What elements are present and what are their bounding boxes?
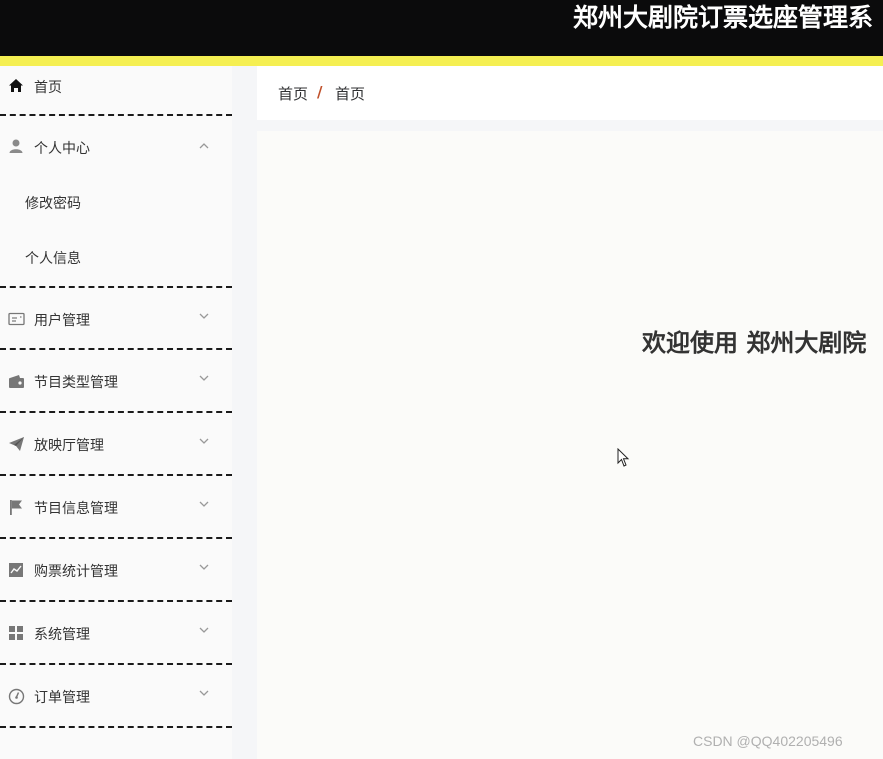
sidebar-item-label: 首页: [34, 80, 62, 96]
sidebar-item-label: 购票统计管理: [34, 564, 118, 580]
sidebar-subitem-label: 个人信息: [25, 251, 81, 267]
sidebar-subitem-label: 修改密码: [25, 196, 81, 212]
chevron-down-icon: [199, 438, 209, 444]
watermark: CSDN @QQ402205496: [693, 733, 843, 749]
sidebar-item-label: 节目类型管理: [34, 375, 118, 391]
gauge-icon: [7, 687, 25, 705]
sidebar-item-label: 放映厅管理: [34, 438, 104, 454]
welcome-message: 欢迎使用 郑州大剧院: [642, 329, 867, 357]
chevron-down-icon: [199, 313, 209, 319]
id-card-icon: [7, 310, 25, 328]
user-icon: [7, 137, 25, 155]
sidebar-item-label: 系统管理: [34, 627, 90, 643]
sidebar-item-program-type-management[interactable]: 节目类型管理: [0, 350, 232, 413]
sidebar-item-hall-management[interactable]: 放映厅管理: [0, 413, 232, 476]
chevron-down-icon: [199, 627, 209, 633]
chevron-down-icon: [199, 501, 209, 507]
sidebar-item-home[interactable]: 首页: [0, 66, 232, 116]
wallet-icon: [7, 372, 25, 390]
chevron-up-icon: [199, 143, 209, 149]
sidebar-item-user-management[interactable]: 用户管理: [0, 288, 232, 350]
top-header: 郑州大剧院订票选座管理系: [0, 0, 883, 56]
send-icon: [7, 435, 25, 453]
chevron-down-icon: [199, 564, 209, 570]
sidebar-item-label: 用户管理: [34, 313, 90, 329]
grid-icon: [7, 624, 25, 642]
header-accent-line: [0, 56, 883, 66]
sidebar-item-label: 订单管理: [34, 690, 90, 706]
chevron-down-icon: [199, 375, 209, 381]
chart-icon: [7, 561, 25, 579]
app-title: 郑州大剧院订票选座管理系: [573, 3, 874, 32]
sidebar-subitem-change-password[interactable]: 修改密码: [0, 174, 232, 229]
sidebar-item-program-info-management[interactable]: 节目信息管理: [0, 476, 232, 539]
sidebar-item-system-management[interactable]: 系统管理: [0, 602, 232, 665]
sidebar-item-label: 节目信息管理: [34, 501, 118, 517]
flag-icon: [7, 498, 25, 516]
main-content: [257, 131, 883, 759]
breadcrumb: 首页 / 首页: [257, 66, 883, 120]
breadcrumb-separator: /: [317, 83, 323, 101]
sidebar-item-order-management[interactable]: 订单管理: [0, 665, 232, 728]
chevron-down-icon: [199, 690, 209, 696]
sidebar-item-ticket-stats-management[interactable]: 购票统计管理: [0, 539, 232, 602]
sidebar-item-personal-center[interactable]: 个人中心: [0, 116, 232, 174]
breadcrumb-item-home[interactable]: 首页: [278, 83, 308, 104]
mouse-cursor-icon: [617, 448, 630, 467]
home-icon: [7, 77, 25, 95]
sidebar-subitem-personal-info[interactable]: 个人信息: [0, 229, 232, 288]
breadcrumb-item-current: 首页: [335, 85, 366, 103]
sidebar: 首页 个人中心 修改密码 个人信息 用户管理 节目类型管理 放映厅管理 节目信息…: [0, 66, 232, 759]
sidebar-item-label: 个人中心: [34, 141, 90, 157]
